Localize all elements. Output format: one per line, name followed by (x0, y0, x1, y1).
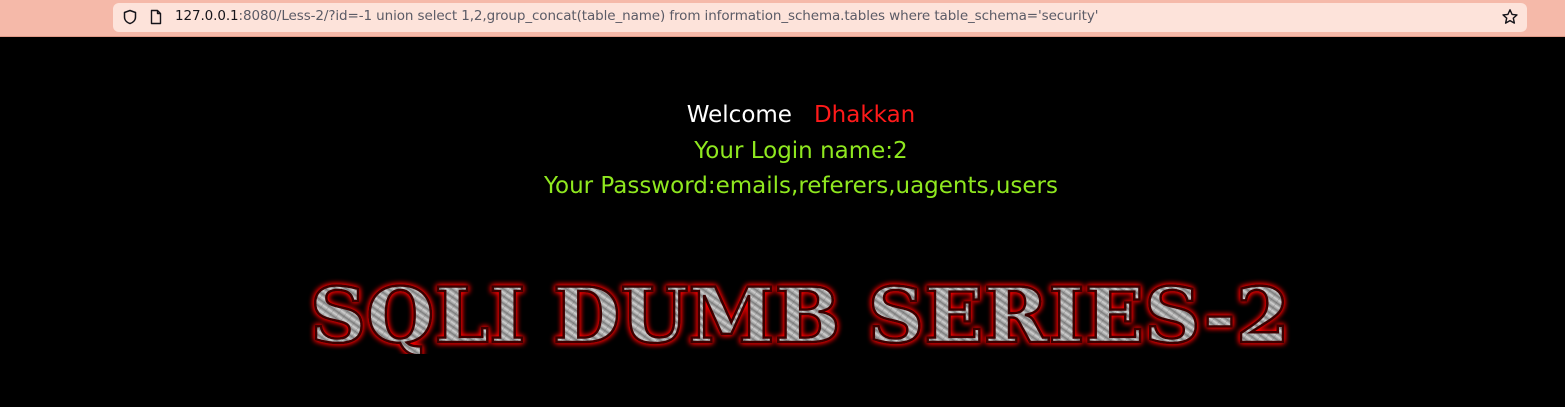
shield-icon[interactable] (122, 9, 138, 25)
banner-title: SQLI DUMB SERIES-2 (310, 274, 1290, 354)
url-text[interactable]: 127.0.0.1:8080/Less-2/?id=-1 union selec… (175, 8, 1098, 24)
address-bar[interactable]: 127.0.0.1:8080/Less-2/?id=-1 union selec… (113, 3, 1527, 32)
login-name-text: Your Login name:2 (694, 138, 908, 164)
page-content: Welcome Dhakkan Your Login name:2 Your Pa… (0, 38, 1565, 407)
welcome-text: Welcome (686, 102, 792, 128)
browser-toolbar: 127.0.0.1:8080/Less-2/?id=-1 union selec… (0, 0, 1565, 37)
password-text: Your Password:emails,referers,uagents,us… (544, 173, 1058, 199)
star-icon[interactable] (1501, 8, 1519, 26)
welcome-name: Dhakkan (813, 102, 916, 128)
title-banner-image: SQLI DUMB SERIES-2 (309, 274, 1292, 354)
url-path: :8080/Less-2/?id=-1 union select 1,2,gro… (238, 8, 1099, 24)
page-icon[interactable] (148, 9, 164, 25)
url-host: 127.0.0.1 (175, 8, 239, 24)
welcome-line: Welcome Dhakkan (0, 100, 1565, 130)
